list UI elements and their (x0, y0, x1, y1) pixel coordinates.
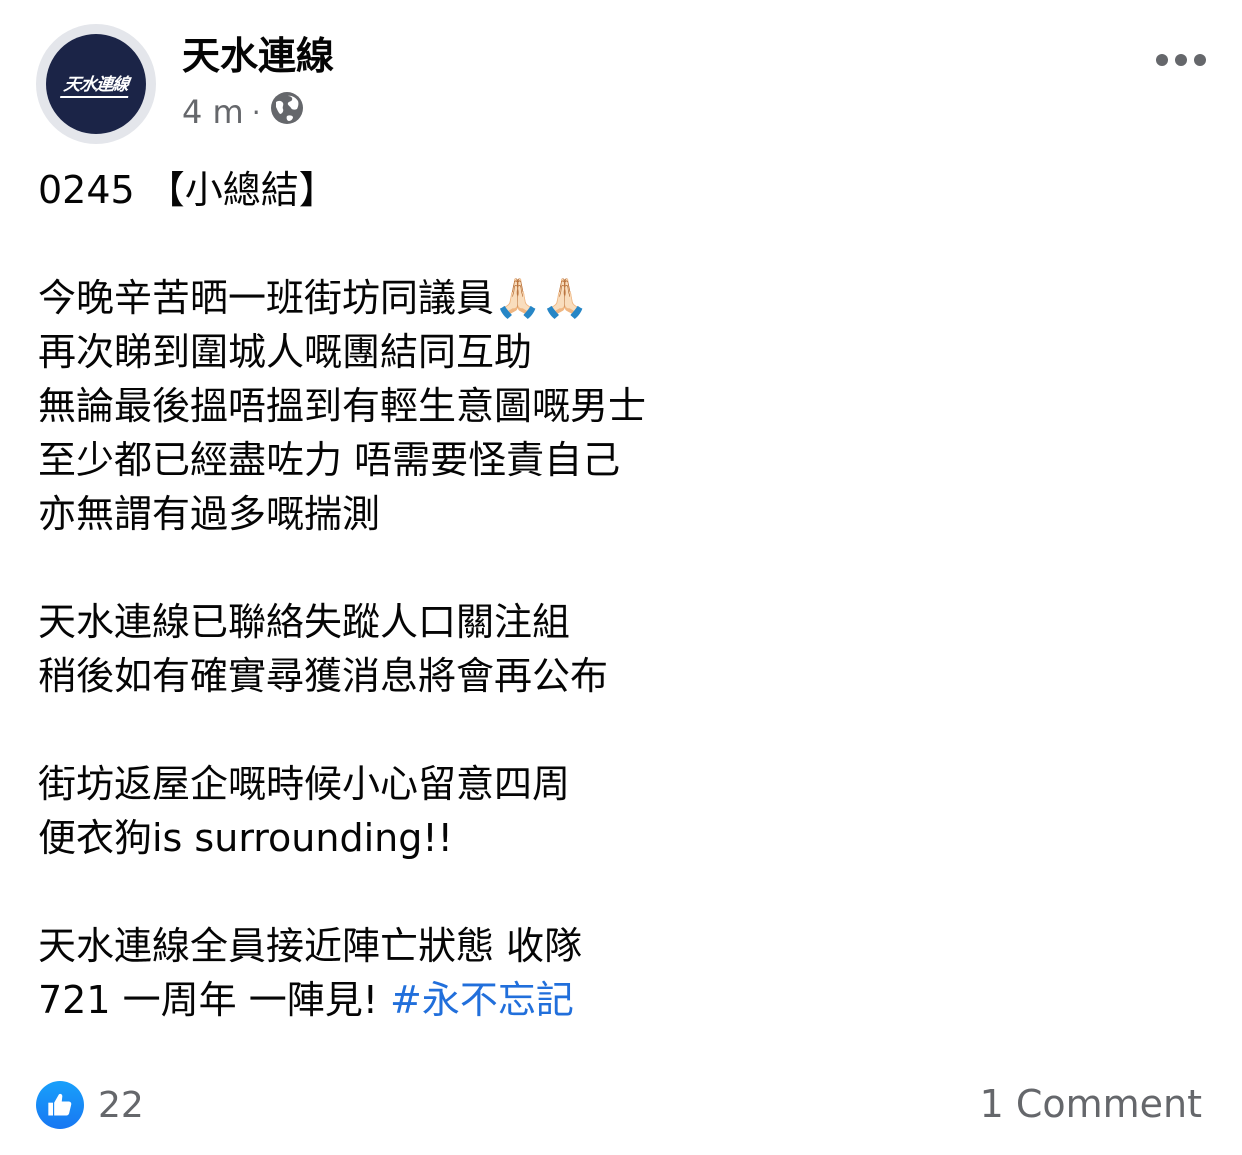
post-line: 稍後如有確實尋獲消息將會再公布 (38, 654, 609, 698)
post-line: 天水連線全員接近陣亡狀態 收隊 (38, 924, 583, 968)
post-meta: 4 m · (182, 90, 305, 134)
post-line: 再次睇到圍城人嘅團結同互助 (38, 330, 533, 374)
post-line: 無論最後搵唔搵到有輕生意圖嘅男士 (38, 384, 647, 428)
like-thumb-icon (36, 1081, 84, 1129)
avatar-logo-text: 天水連線 (60, 70, 132, 98)
post-body: 0245 【小總結】 今晚辛苦晒一班街坊同議員🙏🏻🙏🏻 再次睇到圍城人嘅團結同互… (38, 163, 1208, 1027)
meta-separator: · (251, 95, 261, 129)
more-options-icon[interactable] (1156, 48, 1206, 72)
post-last-line: 721 一周年 一陣見! #永不忘記 (38, 973, 1208, 1027)
page-avatar-logo: 天水連線 (46, 34, 146, 134)
page-name[interactable]: 天水連線 (182, 30, 334, 82)
post-line: 今晚辛苦晒一班街坊同議員🙏🏻🙏🏻 (38, 276, 589, 320)
post-last-line-text: 721 一周年 一陣見! (38, 978, 391, 1022)
post-line: 0245 【小總結】 (38, 168, 337, 212)
post-line: 便衣狗is surrounding!! (38, 816, 453, 860)
reactions-summary[interactable]: 22 (36, 1080, 144, 1130)
facebook-post: 天水連線 天水連線 4 m · 0245 【小總結】 今晚辛苦晒一班街坊同議員🙏… (0, 0, 1242, 1155)
reaction-count: 22 (98, 1084, 144, 1126)
post-line: 天水連線已聯絡失蹤人口關注組 (38, 600, 571, 644)
post-line: 亦無謂有過多嘅揣測 (38, 492, 381, 536)
post-line: 街坊返屋企嘅時候小心留意四周 (38, 762, 571, 806)
comments-count-link[interactable]: 1 Comment (980, 1078, 1202, 1130)
globe-icon[interactable] (269, 90, 305, 134)
post-timestamp[interactable]: 4 m (182, 93, 244, 131)
hashtag-link[interactable]: #永不忘記 (390, 978, 574, 1022)
post-line: 至少都已經盡咗力 唔需要怪責自己 (38, 438, 621, 482)
page-avatar[interactable]: 天水連線 (36, 24, 156, 144)
